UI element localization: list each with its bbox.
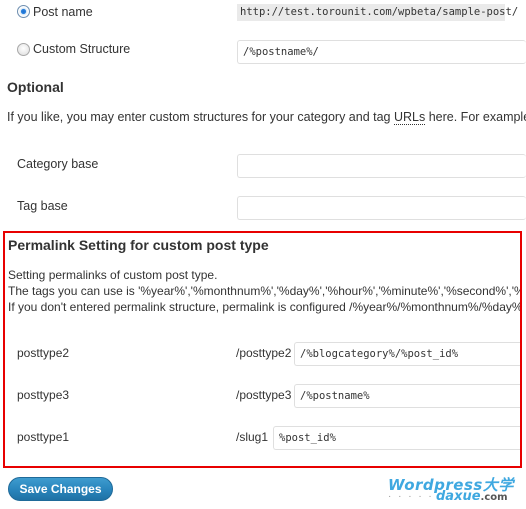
cpt-description-line-1: Setting permalinks of custom post type. xyxy=(8,268,218,282)
custom-structure-input[interactable]: /%postname%/ xyxy=(237,40,526,64)
tag-base-input[interactable] xyxy=(237,196,526,220)
label-category-base: Category base xyxy=(17,157,99,171)
radio-custom-structure[interactable] xyxy=(17,43,30,56)
radio-post-name[interactable] xyxy=(17,5,30,18)
label-custom-structure: Custom Structure xyxy=(33,42,131,56)
category-base-input[interactable] xyxy=(237,154,526,178)
optional-heading: Optional xyxy=(7,79,64,95)
label-posttype2: posttype2 xyxy=(17,346,70,360)
prefix-posttype2: /posttype2 xyxy=(236,346,292,360)
label-post-name: Post name xyxy=(33,5,93,19)
posttype2-permalink-input[interactable]: /%blogcategory%/%post_id% xyxy=(294,342,520,366)
custom-post-type-heading: Permalink Setting for custom post type xyxy=(8,237,269,253)
watermark-com: .com xyxy=(480,492,508,503)
custom-post-type-section: Permalink Setting for custom post type S… xyxy=(3,231,522,468)
urls-abbr: URLs xyxy=(393,110,426,125)
cpt-description-line-2: The tags you can use is '%year%','%month… xyxy=(8,284,522,298)
label-tag-base: Tag base xyxy=(17,199,68,213)
optional-description-text: If you like, you may enter custom struct… xyxy=(7,110,394,124)
optional-description: If you like, you may enter custom struct… xyxy=(7,110,526,125)
watermark-line-2: daxue.com xyxy=(436,489,508,504)
posttype1-permalink-input[interactable]: %post_id% xyxy=(273,426,520,450)
watermark-daxue: daxue xyxy=(436,489,481,504)
save-changes-button[interactable]: Save Changes xyxy=(8,477,113,501)
posttype3-permalink-input[interactable]: /%postname% xyxy=(294,384,520,408)
optional-description-text-end: here. For example, u xyxy=(428,110,526,124)
post-name-sample-url: http://test.torounit.com/wpbeta/sample-p… xyxy=(237,4,518,21)
watermark-dots: · · · · · xyxy=(388,491,434,502)
cpt-description-line-3: If you don't entered permalink structure… xyxy=(8,300,522,314)
label-posttype1: posttype1 xyxy=(17,430,70,444)
label-posttype3: posttype3 xyxy=(17,388,70,402)
prefix-posttype3: /posttype3 xyxy=(236,388,292,402)
prefix-slug1: /slug1 xyxy=(236,430,269,444)
wordpress-daxue-watermark: Wordpress大学 · · · · · daxue.com xyxy=(388,474,526,509)
